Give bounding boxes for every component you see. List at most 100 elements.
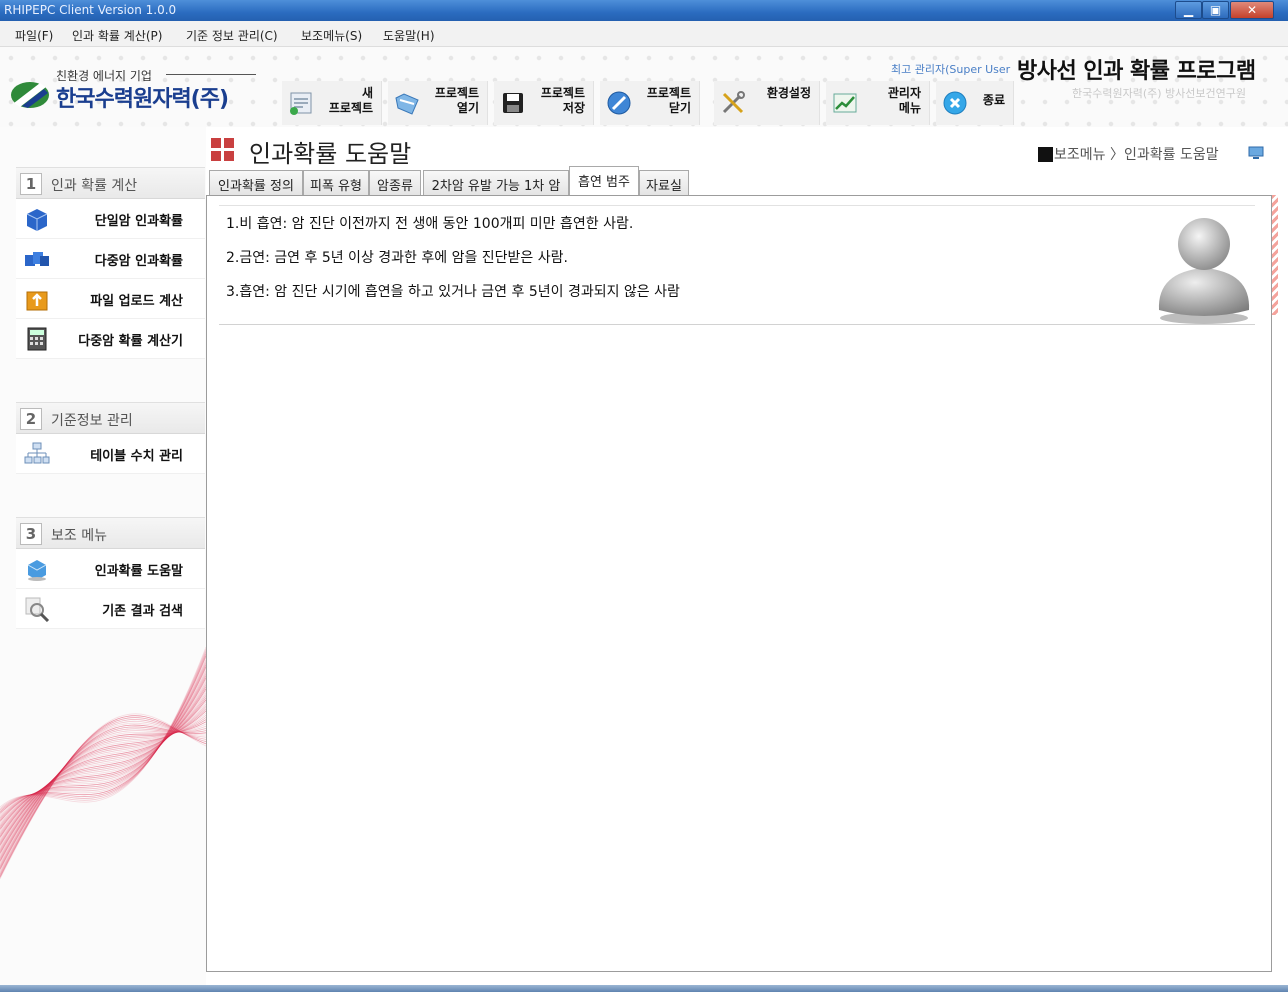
close-icon: ✕ bbox=[1246, 3, 1258, 17]
cube-icon bbox=[26, 209, 48, 231]
program-subtitle: 한국수력원자력(주) 방사선보건연구원 bbox=[1072, 87, 1246, 100]
logo-name: 한국수력원자력(주) bbox=[56, 87, 229, 112]
side-decoration-strip bbox=[1272, 195, 1278, 315]
close-project-label: 프로젝트 닫기 bbox=[646, 86, 691, 115]
settings-button[interactable]: 환경설정 bbox=[714, 81, 820, 125]
tools-icon bbox=[722, 91, 745, 114]
menu-aux[interactable]: 보조메뉴(S) bbox=[301, 27, 362, 44]
menu-calc[interactable]: 인과 확률 계산(P) bbox=[72, 27, 162, 44]
admin-menu-label: 관리자 메뉴 bbox=[887, 86, 921, 115]
swirl-line bbox=[0, 714, 206, 857]
tab-resources[interactable]: 자료실 bbox=[639, 170, 689, 195]
save-project-label: 프로젝트 저장 bbox=[540, 86, 585, 115]
sidebar-section-base-info: 2 기준정보 관리 bbox=[16, 402, 205, 434]
open-project-label: 프로젝트 열기 bbox=[434, 86, 479, 115]
upload-box-icon bbox=[26, 291, 48, 311]
logo-mark-icon bbox=[11, 82, 49, 108]
exit-icon bbox=[943, 91, 967, 115]
tab-smoking-category[interactable]: 흡연 범주 bbox=[569, 166, 639, 196]
program-title: 방사선 인과 확률 프로그램 bbox=[1017, 59, 1256, 84]
maximize-button[interactable]: ▣ bbox=[1202, 1, 1229, 19]
sidebar-item-calculator[interactable]: 다중암 확률 계산기 bbox=[16, 319, 205, 359]
section-number: 3 bbox=[20, 523, 42, 545]
maximize-icon: ▣ bbox=[1209, 3, 1222, 17]
breadcrumb: 보조메뉴 〉인과확률 도움말 bbox=[1054, 147, 1219, 163]
tab-definition[interactable]: 인과확률 정의 bbox=[209, 170, 303, 195]
magnifier-icon bbox=[25, 597, 50, 622]
exit-label: 종료 bbox=[982, 93, 1005, 107]
calculator-icon bbox=[27, 327, 47, 351]
sidebar-item-label: 파일 업로드 계산 bbox=[90, 294, 183, 309]
close-window-button[interactable]: ✕ bbox=[1230, 1, 1274, 19]
swirl-line bbox=[0, 721, 206, 862]
swirl-line bbox=[0, 657, 206, 816]
tab-label: 2차암 유발 가능 1차 암 bbox=[431, 179, 561, 194]
menu-help[interactable]: 도움말(H) bbox=[383, 27, 435, 44]
window-title: RHIPEPC Client Version 1.0.0 bbox=[4, 3, 177, 17]
sidebar-item-multi-cancer[interactable]: 다중암 인과확률 bbox=[16, 239, 205, 279]
cubes-icon bbox=[25, 252, 49, 266]
menu-file[interactable]: 파일(F) bbox=[15, 27, 53, 44]
sidebar-item-label: 기존 결과 검색 bbox=[102, 604, 183, 619]
tab-cancer-types[interactable]: 암종류 bbox=[369, 170, 421, 195]
sidebar: 1 인과 확률 계산 단일암 인과확률 다중암 인과확률 파일 업로드 계산 다… bbox=[0, 127, 206, 992]
open-project-button[interactable]: 프로젝트 열기 bbox=[388, 81, 488, 125]
category-non-smoker: 1.비 흡연: 암 진단 이전까지 전 생애 동안 100개피 미만 흡연한 사… bbox=[226, 216, 634, 232]
menu-bar: 파일(F) 인과 확률 계산(P) 기준 정보 관리(C) 보조메뉴(S) 도움… bbox=[0, 21, 1288, 47]
exit-button[interactable]: 종료 bbox=[936, 81, 1014, 125]
minimize-button[interactable]: ▁ bbox=[1175, 1, 1202, 19]
tab-label: 인과확률 정의 bbox=[218, 179, 294, 194]
sidebar-item-label: 다중암 인과확률 bbox=[94, 254, 183, 269]
monitor-icon bbox=[1248, 146, 1264, 159]
settings-label: 환경설정 bbox=[766, 86, 811, 100]
section-label: 인과 확률 계산 bbox=[51, 178, 138, 194]
tab-label: 암종류 bbox=[377, 179, 413, 194]
help-cube-icon bbox=[27, 560, 47, 581]
sidebar-item-file-upload[interactable]: 파일 업로드 계산 bbox=[16, 279, 205, 319]
sidebar-item-label: 테이블 수치 관리 bbox=[90, 449, 183, 464]
new-project-button[interactable]: 새 프로젝트 bbox=[282, 81, 382, 125]
sidebar-item-label: 다중암 확률 계산기 bbox=[78, 334, 183, 349]
sidebar-item-help[interactable]: 인과확률 도움말 bbox=[16, 549, 205, 589]
sidebar-section-aux: 3 보조 메뉴 bbox=[16, 517, 205, 549]
section-number: 2 bbox=[20, 408, 42, 430]
tab-exposure-type[interactable]: 피폭 유형 bbox=[303, 170, 369, 195]
new-project-icon bbox=[290, 92, 312, 115]
sidebar-item-label: 단일암 인과확률 bbox=[94, 214, 183, 229]
org-chart-icon bbox=[24, 442, 50, 464]
close-project-button[interactable]: 프로젝트 닫기 bbox=[600, 81, 700, 125]
title-bar: RHIPEPC Client Version 1.0.0 ▁ ▣ ✕ bbox=[0, 0, 1288, 21]
sidebar-item-label: 인과확률 도움말 bbox=[94, 564, 183, 579]
menu-base-info[interactable]: 기준 정보 관리(C) bbox=[186, 27, 278, 44]
tab-secondary-cancer[interactable]: 2차암 유발 가능 1차 암 bbox=[423, 170, 569, 195]
user-role-label: 최고 관리자(Super User bbox=[891, 63, 1011, 76]
taskbar bbox=[0, 985, 1288, 992]
sidebar-section-calc: 1 인과 확률 계산 bbox=[16, 167, 205, 199]
tab-label: 피폭 유형 bbox=[310, 179, 362, 194]
logo-divider bbox=[166, 74, 256, 75]
page-title: 인과확률 도움말 bbox=[249, 140, 412, 168]
section-label: 기준정보 관리 bbox=[51, 413, 133, 429]
sidebar-item-single-cancer[interactable]: 단일암 인과확률 bbox=[16, 199, 205, 239]
close-circle-icon bbox=[607, 91, 631, 115]
user-avatar-icon bbox=[1158, 218, 1250, 324]
decorative-swirl-graphic bbox=[0, 646, 206, 880]
tab-label: 흡연 범주 bbox=[578, 175, 630, 190]
page-grid-icon bbox=[211, 138, 234, 161]
sidebar-item-table-values[interactable]: 테이블 수치 관리 bbox=[16, 434, 205, 474]
admin-menu-button[interactable]: 관리자 메뉴 bbox=[826, 81, 930, 125]
smoking-category-box: 1.비 흡연: 암 진단 이전까지 전 생애 동안 100개피 미만 흡연한 사… bbox=[219, 205, 1255, 325]
section-label: 보조 메뉴 bbox=[51, 528, 107, 544]
minimize-icon: ▁ bbox=[1183, 3, 1194, 17]
sidebar-item-search-results[interactable]: 기존 결과 검색 bbox=[16, 589, 205, 629]
content-panel: 1.비 흡연: 암 진단 이전까지 전 생애 동안 100개피 미만 흡연한 사… bbox=[206, 195, 1272, 972]
save-project-button[interactable]: 프로젝트 저장 bbox=[494, 81, 594, 125]
section-number: 1 bbox=[20, 173, 42, 195]
save-disk-icon bbox=[503, 93, 523, 113]
header: 친환경 에너지 기업 한국수력원자력(주) 최고 관리자(Super User … bbox=[0, 47, 1288, 127]
new-project-label: 새 프로젝트 bbox=[328, 86, 373, 115]
breadcrumb-marker bbox=[1038, 147, 1053, 162]
tab-label: 자료실 bbox=[646, 179, 682, 194]
category-former-smoker: 2.금연: 금연 후 5년 이상 경과한 후에 암을 진단받은 사람. bbox=[226, 250, 568, 266]
category-smoker: 3.흡연: 암 진단 시기에 흡연을 하고 있거나 금연 후 5년이 경과되지 … bbox=[226, 284, 680, 300]
